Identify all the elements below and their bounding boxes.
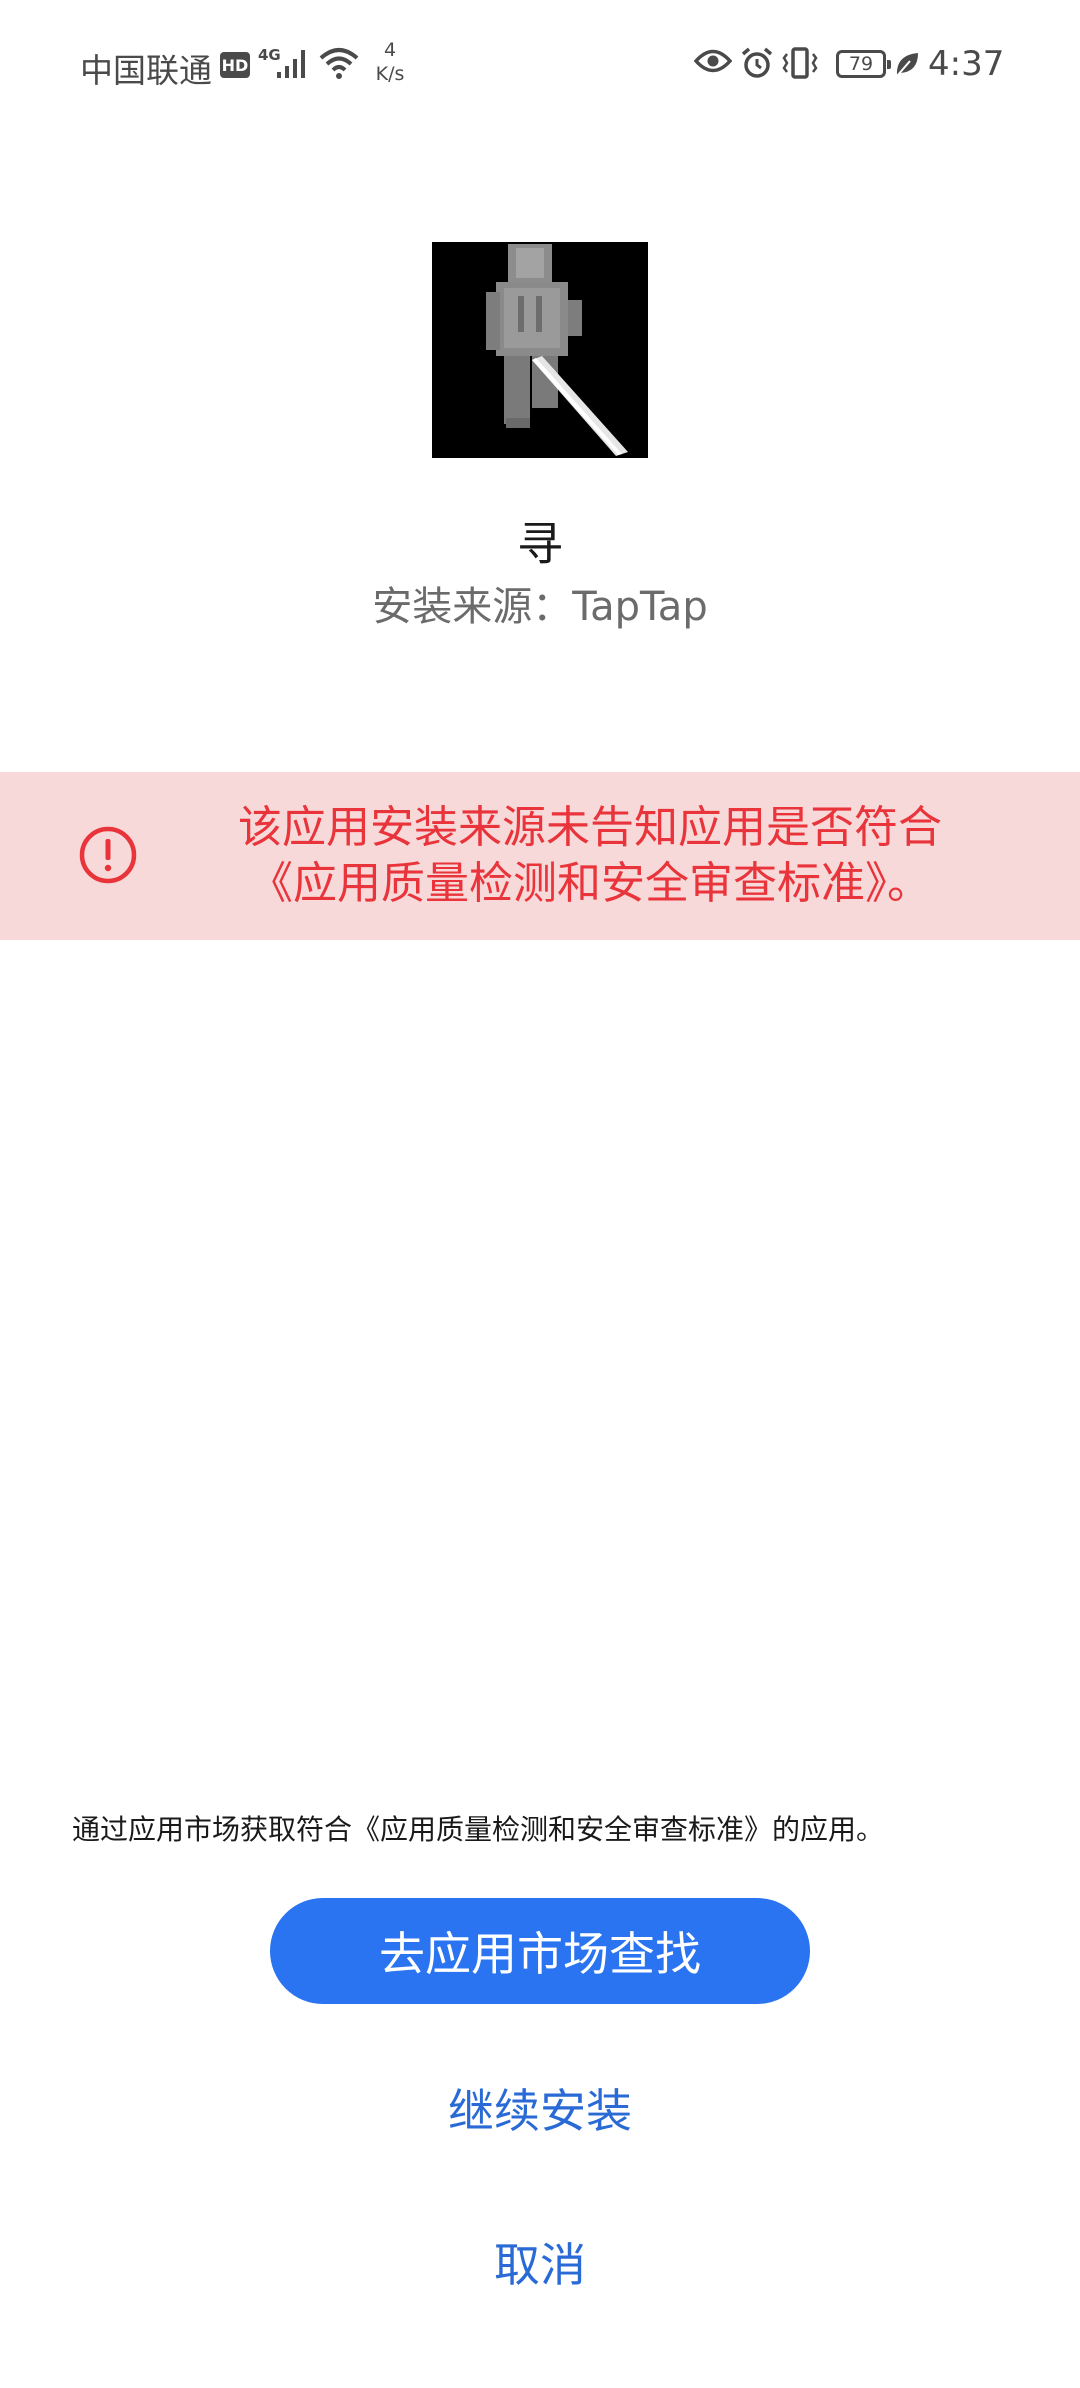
warning-message: 该应用安装来源未告知应用是否符合 《应用质量检测和安全审查标准》。 <box>150 800 1030 912</box>
signal-icon <box>277 50 305 78</box>
warning-icon <box>79 826 137 884</box>
speed-unit: K/s <box>375 63 405 85</box>
speed-value: 4 <box>383 39 397 61</box>
app-name: 寻 <box>517 517 563 571</box>
wifi-icon <box>319 48 359 79</box>
hd-badge: HD <box>220 52 250 78</box>
carrier-name: 中国联通 <box>80 51 212 90</box>
cancel-button[interactable]: 取消 <box>270 2217 810 2307</box>
warning-line-2: 《应用质量检测和安全审查标准》。 <box>249 858 931 909</box>
warning-line-1: 该应用安装来源未告知应用是否符合 <box>238 802 942 853</box>
clock: 4:37 <box>928 44 1005 84</box>
install-source: 安装来源：TapTap <box>372 584 708 630</box>
install-warning-screen: 中国联通 HD 4G 4 K/s 79 4:37 寻 安装来源：TapTap 该… <box>0 0 1080 2388</box>
network-speed: 4 K/s <box>370 38 410 86</box>
eye-icon <box>694 49 732 73</box>
vibrate-icon <box>782 47 818 79</box>
battery-indicator: 79 <box>836 50 891 78</box>
go-to-app-market-button[interactable]: 去应用市场查找 <box>270 1898 810 2004</box>
leaf-icon <box>896 53 918 77</box>
continue-install-button[interactable]: 继续安装 <box>270 2063 810 2153</box>
app-icon <box>432 242 648 458</box>
alarm-icon <box>741 47 773 78</box>
status-bar: 中国联通 HD 4G 4 K/s 79 4:37 <box>0 0 1080 130</box>
market-hint: 通过应用市场获取符合《应用质量检测和安全审查标准》的应用。 <box>72 1813 885 1846</box>
